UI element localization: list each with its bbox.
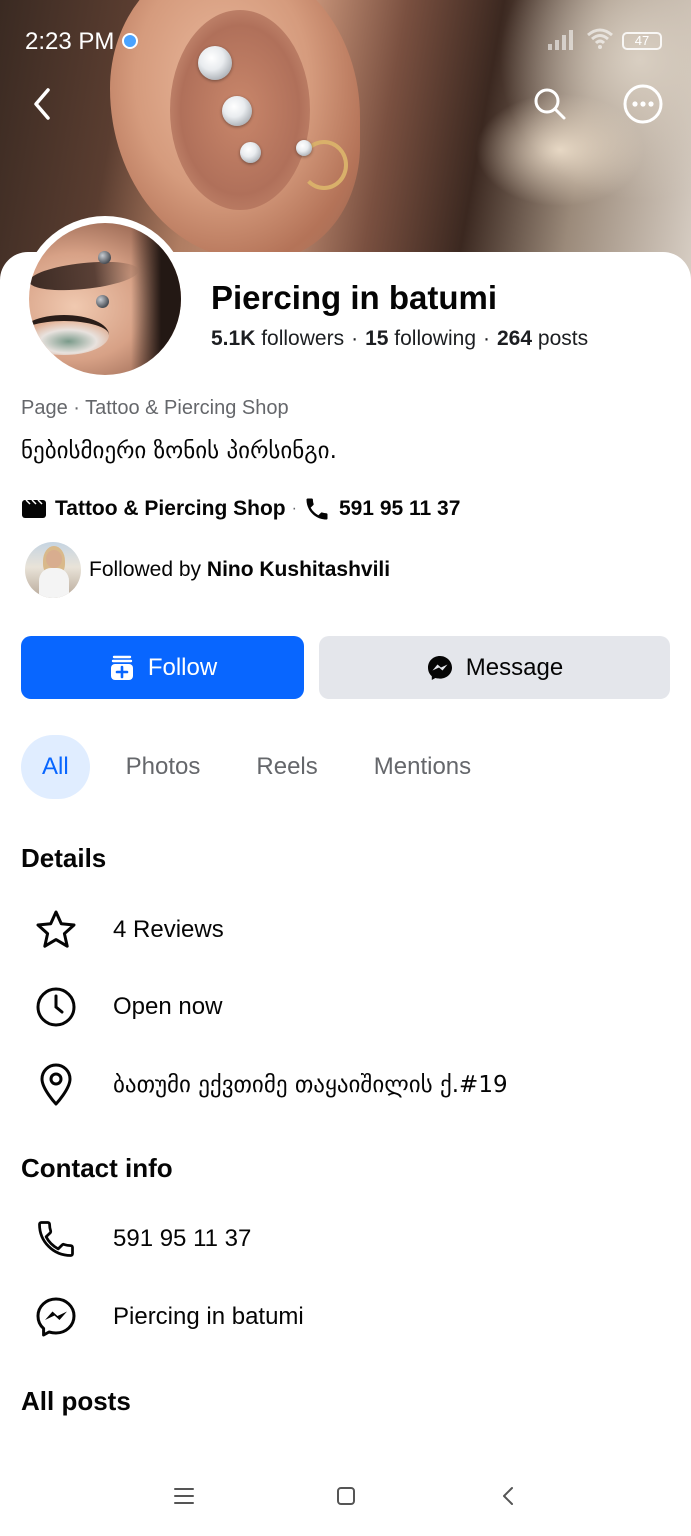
tab-all[interactable]: All bbox=[21, 735, 90, 799]
nav-back-icon bbox=[503, 1487, 513, 1505]
profile-stats: 5.1K followers · 15 following · 264 posts bbox=[211, 327, 589, 350]
address-text: ბათუმი ექვთიმე თაყაიშილის ქ.#19 bbox=[113, 1072, 508, 1098]
contact-messenger-row[interactable]: Piercing in batumi bbox=[32, 1293, 304, 1341]
reviews-row[interactable]: 4 Reviews bbox=[32, 906, 224, 954]
avatar-brow bbox=[29, 257, 141, 295]
notification-icon bbox=[122, 33, 138, 49]
friend-avatar bbox=[25, 542, 81, 598]
followed-by-text: Followed by Nino Kushitashvili bbox=[89, 558, 391, 581]
phone-outline-icon bbox=[38, 1221, 74, 1257]
battery-indicator: 47 bbox=[622, 32, 662, 50]
message-button[interactable]: Message bbox=[319, 636, 670, 699]
cover-gem bbox=[222, 96, 252, 126]
clock-icon bbox=[36, 987, 76, 1027]
status-bar: 2:23 PM 47 bbox=[0, 0, 691, 80]
contact-phone-text: 591 95 11 37 bbox=[113, 1225, 252, 1252]
posts-link[interactable]: 264 posts bbox=[497, 327, 588, 350]
search-button[interactable] bbox=[528, 82, 572, 126]
page-title: Piercing in batumi bbox=[211, 279, 498, 316]
address-row[interactable]: ბათუმი ექვთიმე თაყაიშილის ქ.#19 bbox=[32, 1061, 508, 1109]
page-category: Page · Tattoo & Piercing Shop bbox=[21, 397, 289, 419]
phone-text[interactable]: 591 95 11 37 bbox=[339, 497, 460, 521]
follow-button[interactable]: Follow bbox=[21, 636, 304, 699]
cover-gem bbox=[240, 142, 261, 163]
more-button[interactable] bbox=[621, 82, 665, 126]
menu-button[interactable] bbox=[166, 1478, 202, 1514]
wifi-icon bbox=[587, 28, 613, 49]
menu-icon bbox=[174, 1488, 194, 1504]
details-title: Details bbox=[21, 843, 107, 873]
following-link[interactable]: 15 following bbox=[365, 327, 476, 350]
phone-icon bbox=[306, 498, 328, 520]
nav-back-button[interactable] bbox=[490, 1478, 526, 1514]
home-button[interactable] bbox=[328, 1478, 364, 1514]
page-bio: ნებისმიერი ზონის პირსინგი. bbox=[21, 438, 337, 464]
reviews-text: 4 Reviews bbox=[113, 916, 224, 943]
category-text: Tattoo & Piercing Shop bbox=[55, 497, 286, 520]
intro-row: Tattoo & Piercing Shop · 591 95 11 37 bbox=[21, 494, 460, 524]
back-icon bbox=[34, 88, 50, 120]
avatar-stud bbox=[98, 251, 111, 264]
messenger-icon bbox=[427, 655, 452, 680]
profile-avatar[interactable] bbox=[29, 223, 181, 375]
follow-label: Follow bbox=[147, 653, 218, 681]
messenger-outline-icon bbox=[36, 1297, 76, 1337]
avatar-stud bbox=[96, 295, 109, 308]
star-icon bbox=[36, 910, 76, 948]
followers-link[interactable]: 5.1K followers bbox=[211, 327, 344, 350]
profile-tabs: All Photos Reels Mentions bbox=[21, 735, 507, 799]
hours-row[interactable]: Open now bbox=[32, 983, 222, 1031]
search-icon bbox=[534, 88, 566, 120]
avatar-eye bbox=[29, 315, 109, 355]
all-posts-title: All posts bbox=[21, 1386, 131, 1416]
tab-reels[interactable]: Reels bbox=[236, 735, 337, 799]
back-button[interactable] bbox=[20, 82, 64, 126]
contact-title: Contact info bbox=[21, 1153, 173, 1183]
followed-by[interactable]: Followed by Nino Kushitashvili bbox=[25, 541, 390, 599]
signal-icon bbox=[548, 28, 578, 50]
avatar-hair bbox=[131, 223, 181, 375]
page-icon bbox=[22, 499, 46, 518]
message-label: Message bbox=[465, 653, 564, 681]
tab-mentions[interactable]: Mentions bbox=[354, 735, 491, 799]
system-nav-bar bbox=[0, 1466, 691, 1526]
status-time: 2:23 PM bbox=[25, 28, 115, 55]
more-icon bbox=[623, 84, 663, 124]
home-icon bbox=[337, 1487, 355, 1505]
contact-phone-row[interactable]: 591 95 11 37 bbox=[32, 1215, 251, 1263]
cover-gem bbox=[296, 140, 312, 156]
follow-icon bbox=[110, 655, 133, 680]
tab-photos[interactable]: Photos bbox=[106, 735, 221, 799]
hours-text: Open now bbox=[113, 993, 223, 1020]
location-pin-icon bbox=[40, 1063, 72, 1106]
contact-messenger-text: Piercing in batumi bbox=[113, 1303, 304, 1330]
